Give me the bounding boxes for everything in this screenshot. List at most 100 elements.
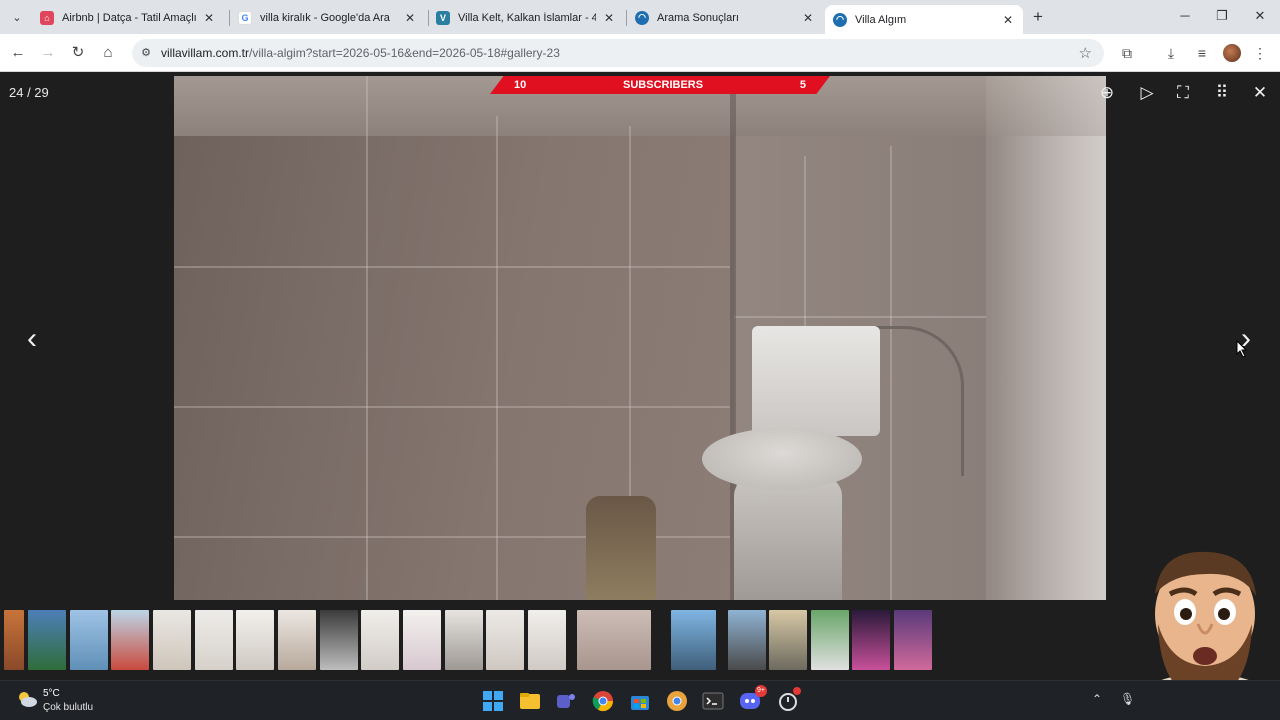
tab-close-icon[interactable]: ✕ (801, 11, 815, 25)
terminal-icon[interactable] (701, 689, 725, 713)
thumbnail[interactable] (728, 610, 766, 670)
address-bar[interactable]: ⚙ villavillam.com.tr/villa-algim?start=2… (132, 39, 1104, 67)
thumbnail[interactable] (811, 610, 849, 670)
photo-grout (174, 266, 730, 268)
zoom-in-icon[interactable]: ⊕ (1096, 82, 1118, 104)
extensions-icon[interactable]: ⧉ (1117, 43, 1137, 63)
tab-title: Villa Algım (855, 13, 907, 26)
microphone-icon[interactable]: 🎙 (1120, 692, 1135, 706)
thumbnail[interactable] (403, 610, 441, 670)
tab-close-icon[interactable]: ✕ (602, 11, 616, 25)
window-close-button[interactable]: ✕ (1245, 8, 1275, 26)
windows-taskbar: 5°C Çok bulutlu 9+ ⌃ 🎙 (0, 680, 1280, 720)
show-hidden-icons[interactable]: ⌃ (1092, 692, 1102, 706)
thumbnail[interactable] (195, 610, 233, 670)
thumbnail[interactable] (278, 610, 316, 670)
thumbnail[interactable] (320, 610, 358, 670)
thumbnail[interactable] (4, 610, 24, 670)
tab-title: Villa Kelt, Kalkan İslamlar - 4 Kiş (458, 11, 596, 24)
banner-label: SUBSCRIBERS (623, 79, 704, 91)
photo-grout (496, 116, 498, 600)
weather-description[interactable]: Çok bulutlu (43, 702, 93, 713)
new-tab-button[interactable]: + (1028, 7, 1048, 27)
url-domain: villavillam.com.tr (161, 46, 250, 60)
profile-avatar[interactable] (1223, 44, 1241, 62)
gallery-lightbox: 24 / 29 10 SUBSCRIBERS 5 ⊕ ▷ ⛶ ⠿ ✕ ‹ › (0, 72, 1280, 680)
photo-grout (734, 316, 986, 318)
chrome-icon[interactable] (591, 689, 615, 713)
thumbnail[interactable] (671, 610, 716, 670)
subscribers-banner: 10 SUBSCRIBERS 5 (490, 76, 830, 94)
villavillam-icon: ◠ (833, 12, 847, 27)
tab-close-icon[interactable]: ✕ (202, 11, 216, 25)
photo-light (986, 76, 1106, 600)
grid-icon[interactable]: ⠿ (1211, 82, 1233, 104)
url-path: /villa-algim?start=2026-05-16&end=2026-0… (249, 46, 560, 60)
tab-search-results[interactable]: ◠ Arama Sonuçları ✕ (627, 5, 823, 30)
thumbnail[interactable] (28, 610, 66, 670)
photo-toilet-seat (702, 428, 862, 490)
thumbnail[interactable] (361, 610, 399, 670)
url-text[interactable]: villavillam.com.tr/villa-algim?start=202… (161, 46, 560, 60)
reload-icon[interactable]: ↻ (68, 43, 88, 63)
chrome-menu-icon[interactable]: ⋮ (1250, 43, 1270, 63)
villavillam-icon: ◠ (635, 10, 649, 25)
tab-title: Arama Sonuçları (657, 11, 739, 24)
thumbnail[interactable] (236, 610, 274, 670)
villa-kelt-icon: V (436, 10, 450, 25)
back-icon[interactable]: ← (8, 43, 28, 63)
thumbnail[interactable] (894, 610, 932, 670)
tab-close-icon[interactable]: ✕ (403, 11, 417, 25)
play-icon[interactable]: ▷ (1136, 82, 1158, 104)
photo-grout (366, 76, 368, 600)
thumbnail[interactable] (153, 610, 191, 670)
thumbnail[interactable] (70, 610, 108, 670)
photo-trash-bin (586, 496, 656, 600)
windows-start-icon[interactable] (481, 689, 505, 713)
teams-icon[interactable] (554, 689, 578, 713)
thumbnail-current[interactable] (577, 610, 651, 670)
thumbnail[interactable] (486, 610, 524, 670)
mouse-cursor-icon (1236, 340, 1248, 358)
close-icon[interactable]: ✕ (1249, 82, 1271, 104)
google-icon: G (238, 10, 252, 25)
previous-image-icon[interactable]: ‹ (20, 322, 44, 356)
microsoft-store-icon[interactable] (628, 689, 652, 713)
thumbnail[interactable] (445, 610, 483, 670)
tab-villa-algim[interactable]: ◠ Villa Algım ✕ (825, 5, 1023, 34)
fullscreen-icon[interactable]: ⛶ (1172, 82, 1194, 104)
image-counter: 24 / 29 (9, 85, 49, 100)
forward-icon[interactable]: → (38, 43, 58, 63)
file-explorer-icon[interactable] (518, 689, 542, 713)
tab-google-search[interactable]: G villa kiralık - Google'da Ara ✕ (230, 5, 425, 30)
tab-title: villa kiralık - Google'da Ara (260, 11, 390, 24)
media-controls-icon[interactable]: ≡ (1192, 43, 1212, 63)
tab-close-icon[interactable]: ✕ (1001, 13, 1015, 27)
home-icon[interactable]: ⌂ (98, 43, 118, 63)
banner-right-number: 5 (799, 79, 806, 91)
banner-left-number: 10 (514, 79, 527, 91)
photo-toilet-base (734, 476, 842, 600)
thumbnail[interactable] (852, 610, 890, 670)
bookmark-star-icon[interactable]: ☆ (1079, 44, 1092, 62)
minimize-button[interactable]: ─ (1170, 8, 1200, 26)
photo-toilet-tank (752, 326, 880, 436)
downloads-icon[interactable]: ⤓ (1161, 43, 1181, 63)
gallery-image (174, 76, 1106, 600)
tab-villa-kelt[interactable]: V Villa Kelt, Kalkan İslamlar - 4 Kiş ✕ (428, 5, 624, 30)
photo-grout (174, 406, 730, 408)
thumbnail[interactable] (769, 610, 807, 670)
airbnb-icon: ⌂ (40, 10, 54, 25)
maximize-button[interactable]: ❐ (1207, 8, 1237, 26)
thumbnail[interactable] (111, 610, 149, 670)
chrome-canary-icon[interactable] (665, 689, 689, 713)
discord-button[interactable]: 9+ (738, 685, 767, 713)
timer-app-button[interactable] (776, 687, 801, 713)
thumbnail[interactable] (528, 610, 566, 670)
tab-title: Airbnb | Datça - Tatil Amaçlı Kira (62, 11, 196, 24)
tab-search-chevron-icon[interactable]: ⌄ (6, 6, 28, 28)
site-info-icon[interactable]: ⚙ (138, 45, 154, 61)
weather-temperature[interactable]: 5°C (43, 688, 60, 699)
cloudy-weather-icon[interactable] (16, 690, 38, 708)
tab-airbnb[interactable]: ⌂ Airbnb | Datça - Tatil Amaçlı Kira ✕ (32, 5, 224, 30)
